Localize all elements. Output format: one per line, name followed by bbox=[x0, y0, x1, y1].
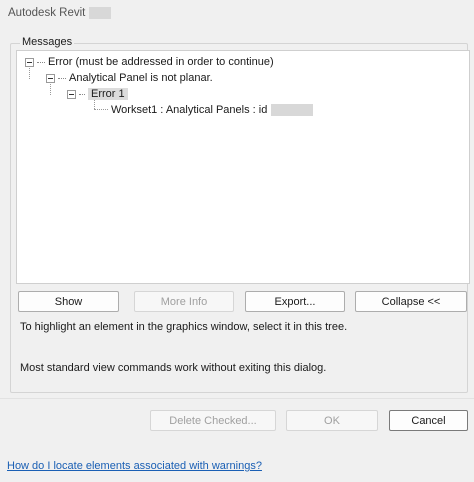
tree-node-element[interactable]: Workset1 : Analytical Panels : id bbox=[111, 102, 314, 118]
ok-button[interactable]: OK bbox=[286, 410, 378, 431]
collapse-icon[interactable] bbox=[25, 57, 34, 67]
collapse-button[interactable]: Collapse << bbox=[355, 291, 467, 312]
tree-node-label: Error (must be addressed in order to con… bbox=[48, 56, 274, 68]
help-link[interactable]: How do I locate elements associated with… bbox=[7, 460, 262, 472]
redacted-version bbox=[89, 7, 112, 19]
collapse-icon[interactable] bbox=[67, 89, 76, 99]
tree-node-error1[interactable]: Error 1 bbox=[67, 86, 128, 102]
tree-node-panel[interactable]: Analytical Panel is not planar. bbox=[46, 70, 213, 86]
tree-node-label: Workset1 : Analytical Panels : id bbox=[111, 104, 268, 116]
show-button[interactable]: Show bbox=[18, 291, 119, 312]
title-bar: Autodesk Revit bbox=[0, 0, 474, 26]
cancel-button[interactable]: Cancel bbox=[389, 410, 468, 431]
messages-group-label: Messages bbox=[20, 36, 75, 48]
tree-node-error[interactable]: Error (must be addressed in order to con… bbox=[25, 54, 274, 70]
tree-connector bbox=[58, 77, 66, 79]
redacted-id bbox=[271, 104, 314, 116]
tree-connector bbox=[94, 109, 108, 110]
messages-tree[interactable]: Error (must be addressed in order to con… bbox=[16, 50, 470, 284]
tree-connector bbox=[79, 93, 85, 95]
collapse-icon[interactable] bbox=[46, 73, 55, 83]
tree-node-label: Error 1 bbox=[88, 88, 128, 100]
delete-checked-button[interactable]: Delete Checked... bbox=[150, 410, 276, 431]
window-title: Autodesk Revit bbox=[8, 7, 86, 19]
export-button[interactable]: Export... bbox=[245, 291, 345, 312]
tree-connector bbox=[37, 61, 45, 63]
more-info-button[interactable]: More Info bbox=[134, 291, 234, 312]
tree-node-label: Analytical Panel is not planar. bbox=[69, 72, 213, 84]
info-text-highlight: To highlight an element in the graphics … bbox=[20, 321, 348, 333]
separator bbox=[0, 398, 474, 399]
info-text-view-commands: Most standard view commands work without… bbox=[20, 362, 327, 374]
